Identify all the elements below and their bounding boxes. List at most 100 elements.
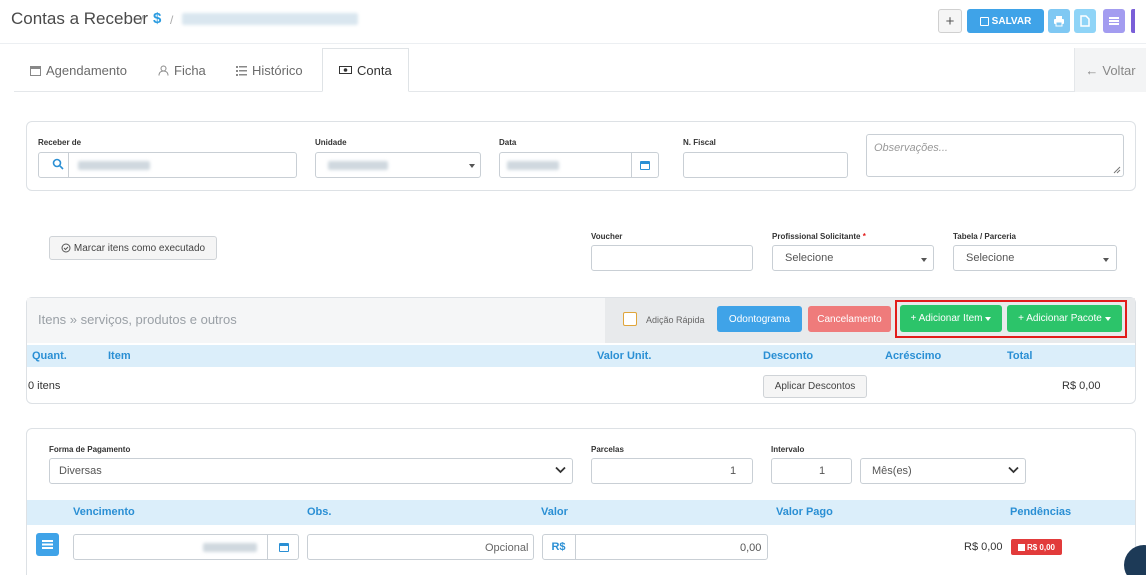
column-item: Item bbox=[108, 350, 131, 362]
marcar-executado-label: Marcar itens como executado bbox=[73, 242, 206, 254]
voucher-label: Voucher bbox=[591, 232, 623, 241]
parcelas-value: 1 bbox=[730, 465, 737, 477]
printer-icon bbox=[1054, 16, 1064, 27]
adicionar-pacote-button[interactable]: + Adicionar Pacote bbox=[1007, 305, 1122, 332]
column-pendencias: Pendências bbox=[1010, 506, 1072, 518]
column-valor-pago: Valor Pago bbox=[776, 506, 833, 518]
voltar-button[interactable]: ← Voltar bbox=[1074, 48, 1146, 92]
save-button[interactable]: SALVAR bbox=[967, 9, 1044, 33]
column-desconto: Desconto bbox=[763, 350, 814, 362]
document-icon bbox=[1080, 15, 1090, 27]
search-icon bbox=[52, 158, 64, 170]
unidade-redacted bbox=[328, 161, 388, 170]
breadcrumb-redacted bbox=[182, 13, 358, 25]
parcelas-input[interactable] bbox=[591, 458, 753, 484]
tabela-value: Selecione bbox=[966, 252, 1015, 264]
nfiscal-input[interactable] bbox=[683, 152, 848, 178]
items-search-placeholder: Itens » serviços, produtos e outros bbox=[38, 312, 237, 327]
items-total: R$ 0,00 bbox=[1062, 380, 1101, 392]
column-quant: Quant. bbox=[32, 350, 67, 362]
tab-agendamento[interactable]: Agendamento bbox=[30, 48, 127, 92]
obs-placeholder: Opcional bbox=[485, 542, 529, 554]
marcar-executado-button[interactable]: Marcar itens como executado bbox=[49, 236, 217, 260]
calendar-icon bbox=[640, 160, 650, 170]
user-icon bbox=[158, 65, 169, 76]
page-title: Contas a Receber bbox=[11, 9, 149, 28]
payment-table-header: Vencimento Obs. Valor Valor Pago Pendênc… bbox=[27, 500, 1135, 525]
calendar-icon bbox=[30, 65, 41, 76]
document-button[interactable] bbox=[1074, 9, 1096, 33]
more-button[interactable] bbox=[1131, 9, 1135, 33]
calendar-button[interactable] bbox=[631, 152, 658, 178]
receber-de-label: Receber de bbox=[38, 138, 82, 147]
items-table-header: Quant. Item Valor Unit. Desconto Acrésci… bbox=[27, 345, 1135, 367]
valor-value: 0,00 bbox=[740, 542, 762, 554]
receber-de-input[interactable] bbox=[38, 152, 297, 178]
save-label: SALVAR bbox=[991, 15, 1032, 27]
odontograma-button[interactable]: Odontograma bbox=[717, 306, 802, 332]
data-redacted bbox=[507, 161, 559, 170]
tab-label: Conta bbox=[357, 62, 392, 78]
parcelas-label: Parcelas bbox=[591, 445, 624, 454]
save-icon bbox=[979, 16, 989, 26]
column-obs: Obs. bbox=[307, 506, 332, 518]
arrow-left-icon: ← bbox=[1085, 62, 1099, 78]
profissional-label: Profissional Solicitante * bbox=[772, 232, 866, 241]
tab-ficha[interactable]: Ficha bbox=[158, 48, 206, 92]
caret-down-icon bbox=[985, 316, 992, 321]
adicao-rapida-label: Adição Rápida bbox=[646, 315, 705, 325]
column-vencimento: Vencimento bbox=[73, 506, 135, 518]
profissional-value: Selecione bbox=[785, 252, 834, 264]
periodo-value: Mês(es) bbox=[872, 465, 912, 477]
pendencia-badge[interactable]: R$ 0,00 bbox=[1011, 539, 1062, 555]
intervalo-input[interactable] bbox=[771, 458, 852, 484]
tab-label: Agendamento bbox=[46, 62, 127, 78]
chevron-down-icon bbox=[469, 164, 475, 168]
tab-historico[interactable]: Histórico bbox=[236, 48, 303, 92]
forma-pagamento-select[interactable] bbox=[49, 458, 573, 484]
money-icon bbox=[339, 66, 352, 74]
page-header: Contas a Receber / $ / + SALVAR bbox=[0, 0, 1146, 44]
resize-handle-icon[interactable] bbox=[1113, 166, 1121, 174]
adicao-rapida-checkbox[interactable] bbox=[623, 312, 637, 326]
caret-down-icon bbox=[1104, 316, 1111, 321]
vencimento-input[interactable] bbox=[73, 534, 299, 560]
voucher-input[interactable] bbox=[591, 245, 753, 271]
add-button[interactable]: + bbox=[938, 9, 962, 33]
column-total: Total bbox=[1007, 350, 1033, 362]
breadcrumb-separator: / bbox=[140, 13, 144, 27]
vencimento-redacted bbox=[203, 543, 257, 552]
observacoes-textarea[interactable] bbox=[866, 134, 1124, 177]
receber-de-redacted bbox=[78, 161, 150, 170]
adicionar-pacote-label: + Adicionar Pacote bbox=[1018, 313, 1102, 324]
menu-button[interactable] bbox=[1103, 9, 1125, 33]
chevron-down-icon bbox=[1103, 258, 1109, 262]
intervalo-value: 1 bbox=[819, 465, 826, 477]
parcela-menu-button[interactable] bbox=[36, 533, 59, 556]
nfiscal-label: N. Fiscal bbox=[683, 138, 716, 147]
items-count: 0 itens bbox=[28, 380, 61, 392]
currency-addon: R$ bbox=[542, 534, 576, 560]
list-icon bbox=[236, 65, 247, 76]
pendencia-badge-label: R$ 0,00 bbox=[1026, 542, 1056, 552]
column-valor-unit: Valor Unit. bbox=[597, 350, 652, 362]
aplicar-descontos-button[interactable]: Aplicar Descontos bbox=[763, 375, 867, 398]
print-button[interactable] bbox=[1048, 9, 1070, 33]
chevron-down-icon bbox=[555, 466, 566, 474]
profissional-label-text: Profissional Solicitante bbox=[772, 232, 861, 241]
tab-conta[interactable]: Conta bbox=[322, 48, 409, 92]
data-label: Data bbox=[499, 138, 517, 147]
chevron-down-icon bbox=[1008, 466, 1019, 474]
adicionar-item-button[interactable]: + Adicionar Item bbox=[900, 305, 1002, 332]
pendencia-value: R$ 0,00 bbox=[964, 541, 1003, 553]
intervalo-label: Intervalo bbox=[771, 445, 805, 454]
voltar-label: Voltar bbox=[1102, 62, 1136, 78]
breadcrumb-separator: / bbox=[170, 13, 174, 27]
cancelamento-button[interactable]: Cancelamento bbox=[808, 306, 891, 332]
required-mark: * bbox=[862, 232, 866, 241]
calendar-icon bbox=[278, 542, 289, 552]
calendar-button[interactable] bbox=[267, 534, 299, 560]
observacoes-placeholder: Observações... bbox=[874, 142, 948, 154]
forma-pagamento-label: Forma de Pagamento bbox=[49, 445, 131, 454]
breadcrumb-dollar-link[interactable]: $ bbox=[153, 10, 161, 27]
